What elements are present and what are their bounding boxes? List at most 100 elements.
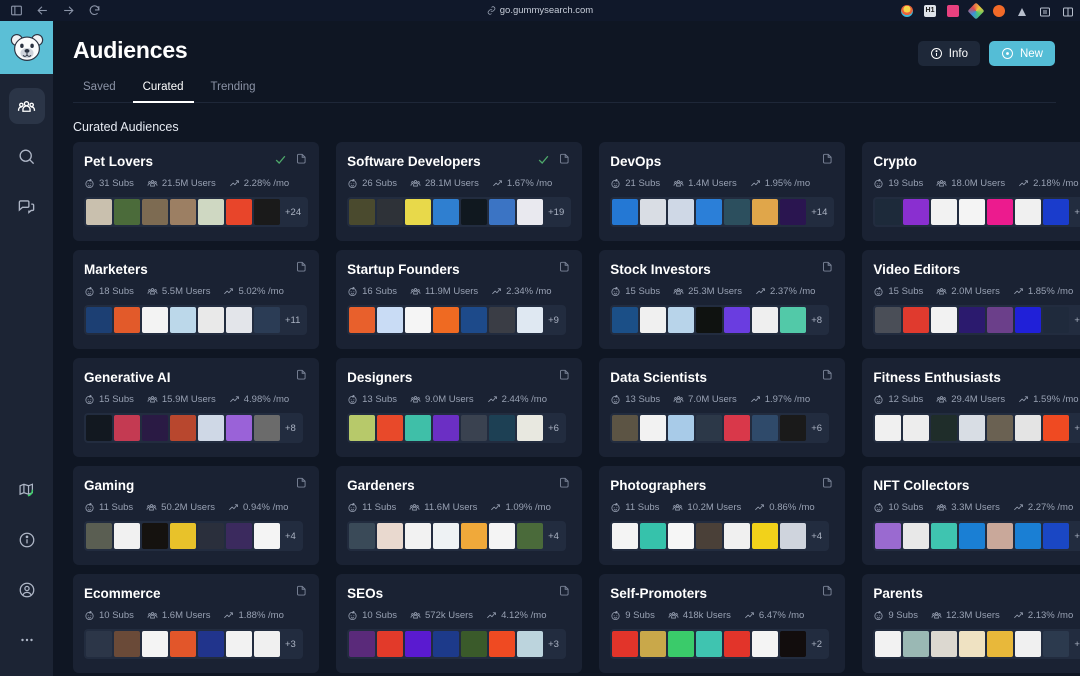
subreddit-avatar[interactable]: [752, 307, 779, 333]
subreddit-avatar[interactable]: [349, 523, 376, 549]
duplicate-button[interactable]: [820, 152, 834, 171]
subreddit-avatar[interactable]: [254, 631, 280, 657]
subreddit-avatar[interactable]: [931, 199, 958, 225]
subreddit-avatar[interactable]: [170, 307, 196, 333]
audience-card[interactable]: Parents 9 Subs 12.3M Users 2.13% /mo +2: [862, 574, 1080, 673]
duplicate-button[interactable]: [294, 152, 308, 171]
avatar-overflow-count[interactable]: +8: [282, 423, 301, 434]
subreddit-avatar[interactable]: [433, 307, 460, 333]
subreddit-avatar[interactable]: [489, 631, 516, 657]
subreddit-avatar[interactable]: [405, 415, 432, 441]
subreddit-avatar[interactable]: [254, 307, 280, 333]
subreddit-avatar[interactable]: [668, 415, 695, 441]
subreddit-avatar[interactable]: [517, 631, 544, 657]
avatar-overflow-count[interactable]: +2: [1071, 639, 1080, 650]
subreddit-avatar[interactable]: [226, 307, 252, 333]
subreddit-avatar[interactable]: [142, 307, 168, 333]
subreddit-avatar[interactable]: [696, 307, 723, 333]
subreddit-avatar[interactable]: [724, 199, 751, 225]
info-button[interactable]: Info: [917, 41, 980, 66]
subreddit-avatar[interactable]: [1015, 523, 1042, 549]
subreddit-avatar[interactable]: [612, 199, 639, 225]
subreddit-avatar[interactable]: [254, 523, 280, 549]
sidebar-item-info[interactable]: [9, 522, 45, 558]
subreddit-avatar[interactable]: [86, 523, 112, 549]
avatar-overflow-count[interactable]: +6: [545, 423, 564, 434]
subreddit-avatar[interactable]: [780, 523, 807, 549]
audience-card[interactable]: SEOs 10 Subs 572k Users 4.12% /mo +3: [336, 574, 583, 673]
subreddit-avatar[interactable]: [903, 307, 930, 333]
sidebar-item-conversations[interactable]: [9, 188, 45, 224]
subreddit-avatar[interactable]: [198, 199, 224, 225]
subreddit-avatar[interactable]: [668, 199, 695, 225]
subreddit-avatar[interactable]: [405, 523, 432, 549]
audience-card[interactable]: Crypto 19 Subs 18.0M Users 2.18% /mo +12: [862, 142, 1080, 241]
subreddit-avatar[interactable]: [696, 199, 723, 225]
subreddit-avatar[interactable]: [114, 307, 140, 333]
duplicate-button[interactable]: [294, 584, 308, 603]
subreddit-avatar[interactable]: [1015, 631, 1042, 657]
subreddit-avatar[interactable]: [517, 415, 544, 441]
avatar-overflow-count[interactable]: +4: [545, 531, 564, 542]
avatar-overflow-count[interactable]: +3: [545, 639, 564, 650]
new-button[interactable]: New: [988, 41, 1055, 66]
subreddit-avatar[interactable]: [780, 631, 807, 657]
subreddit-avatar[interactable]: [1043, 631, 1070, 657]
subreddit-avatar[interactable]: [1043, 415, 1070, 441]
subreddit-avatar[interactable]: [612, 631, 639, 657]
subreddit-avatar[interactable]: [198, 523, 224, 549]
diamond-extension-icon[interactable]: [967, 2, 985, 19]
subreddit-avatar[interactable]: [931, 523, 958, 549]
subreddit-avatar[interactable]: [875, 523, 902, 549]
duplicate-button[interactable]: [557, 476, 571, 495]
subreddit-avatar[interactable]: [875, 199, 902, 225]
subreddit-avatar[interactable]: [640, 523, 667, 549]
subreddit-avatar[interactable]: [987, 415, 1014, 441]
avatar-overflow-count[interactable]: +9: [545, 315, 564, 326]
subreddit-avatar[interactable]: [170, 631, 196, 657]
subreddit-avatar[interactable]: [433, 199, 460, 225]
audience-card[interactable]: Stock Investors 15 Subs 25.3M Users 2.37…: [599, 250, 846, 349]
subreddit-avatar[interactable]: [489, 415, 516, 441]
subreddit-avatar[interactable]: [959, 415, 986, 441]
sidebar-item-more[interactable]: [9, 622, 45, 658]
subreddit-avatar[interactable]: [114, 199, 140, 225]
subreddit-avatar[interactable]: [461, 523, 488, 549]
orange-circle-extension-icon[interactable]: [993, 4, 1005, 17]
subreddit-avatar[interactable]: [875, 307, 902, 333]
audience-card[interactable]: Photographers 11 Subs 10.2M Users 0.86% …: [599, 466, 846, 565]
saved-check-icon[interactable]: [274, 153, 287, 171]
subreddit-avatar[interactable]: [640, 631, 667, 657]
mountain-extension-icon[interactable]: [1016, 5, 1028, 17]
subreddit-avatar[interactable]: [696, 631, 723, 657]
subreddit-avatar[interactable]: [640, 307, 667, 333]
subreddit-avatar[interactable]: [724, 415, 751, 441]
sidebar-item-audiences[interactable]: [8, 88, 45, 124]
avatar-overflow-count[interactable]: +4: [282, 531, 301, 542]
subreddit-avatar[interactable]: [226, 199, 252, 225]
subreddit-avatar[interactable]: [489, 307, 516, 333]
audience-card[interactable]: Ecommerce 10 Subs 1.6M Users 1.88% /mo +…: [73, 574, 320, 673]
subreddit-avatar[interactable]: [405, 631, 432, 657]
avatar-overflow-count[interactable]: +3: [1071, 531, 1080, 542]
sidebar-toggle-icon[interactable]: [9, 4, 23, 18]
duplicate-button[interactable]: [820, 476, 834, 495]
subreddit-avatar[interactable]: [142, 199, 168, 225]
subreddit-avatar[interactable]: [170, 523, 196, 549]
audience-card[interactable]: Data Scientists 13 Subs 7.0M Users 1.97%…: [599, 358, 846, 457]
subreddit-avatar[interactable]: [226, 415, 252, 441]
subreddit-avatar[interactable]: [226, 631, 252, 657]
sync-extension-icon[interactable]: [1039, 5, 1051, 17]
audience-card[interactable]: Software Developers 26 Subs 28.1M Users …: [336, 142, 583, 241]
back-icon[interactable]: [35, 4, 49, 18]
subreddit-avatar[interactable]: [959, 307, 986, 333]
subreddit-avatar[interactable]: [517, 523, 544, 549]
address-bar[interactable]: go.gummysearch.com: [410, 5, 670, 16]
subreddit-avatar[interactable]: [724, 307, 751, 333]
subreddit-avatar[interactable]: [1015, 199, 1042, 225]
pink-grid-extension-icon[interactable]: [947, 4, 959, 17]
subreddit-avatar[interactable]: [780, 307, 807, 333]
avatar-overflow-count[interactable]: +4: [808, 531, 827, 542]
subreddit-avatar[interactable]: [752, 415, 779, 441]
subreddit-avatar[interactable]: [668, 523, 695, 549]
